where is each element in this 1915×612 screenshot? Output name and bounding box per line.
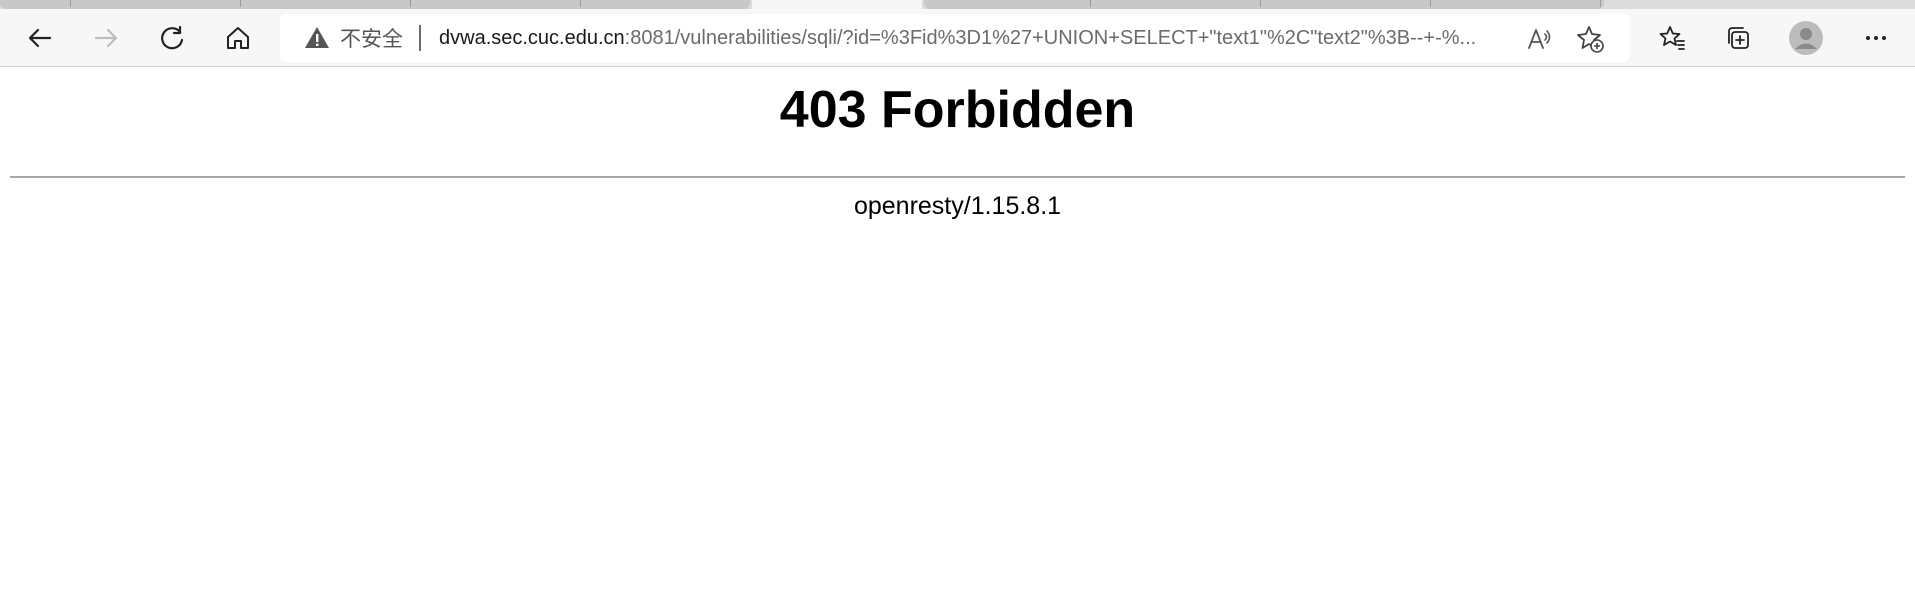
tab-background[interactable] <box>0 0 750 9</box>
refresh-button[interactable] <box>152 19 192 57</box>
tab-background[interactable] <box>924 0 1604 9</box>
url-text[interactable]: dvwa.sec.cuc.edu.cn:8081/vulnerabilities… <box>439 27 1509 50</box>
read-aloud-button[interactable] <box>1525 24 1555 54</box>
more-icon <box>1866 36 1886 40</box>
home-button[interactable] <box>218 19 258 57</box>
collections-button[interactable] <box>1718 19 1758 57</box>
page-title: 403 Forbidden <box>779 81 1136 139</box>
favorites-button[interactable] <box>1652 19 1692 57</box>
back-button[interactable] <box>20 19 60 57</box>
horizontal-rule <box>10 176 1905 178</box>
home-icon <box>227 27 249 49</box>
browser-toolbar: 不安全 dvwa.sec.cuc.edu.cn:8081/vulnerabili… <box>0 9 1915 67</box>
tab-separator <box>240 0 241 7</box>
collections-icon <box>1728 27 1749 49</box>
security-status-label[interactable]: 不安全 <box>340 23 403 53</box>
address-bar[interactable]: 不安全 dvwa.sec.cuc.edu.cn:8081/vulnerabili… <box>280 14 1630 62</box>
refresh-icon <box>161 25 184 50</box>
more-button[interactable] <box>1856 19 1896 57</box>
tab-strip <box>0 0 1915 9</box>
active-tab[interactable] <box>752 0 922 9</box>
profile-button[interactable] <box>1786 19 1826 57</box>
read-aloud-icon <box>1528 29 1551 49</box>
tab-separator <box>1430 0 1431 7</box>
tab-separator <box>1260 0 1261 7</box>
tab-separator <box>580 0 581 7</box>
add-favorite-icon <box>1577 26 1604 53</box>
profile-icon <box>1789 21 1823 55</box>
tab-separator <box>410 0 411 7</box>
back-icon <box>28 28 52 48</box>
warning-icon[interactable] <box>304 25 330 51</box>
tab-separator <box>1600 0 1601 7</box>
favorites-icon <box>1659 26 1685 50</box>
address-divider <box>419 25 421 51</box>
forward-button[interactable] <box>86 19 126 57</box>
tab-separator <box>1090 0 1091 7</box>
tab-separator <box>70 0 71 7</box>
url-host: dvwa.sec.cuc.edu.cn <box>439 26 625 49</box>
forward-icon <box>94 28 118 48</box>
url-path: :8081/vulnerabilities/sqli/?id=%3Fid%3D1… <box>624 26 1477 49</box>
server-signature: openresty/1.15.8.1 <box>853 192 1062 220</box>
add-favorite-button[interactable] <box>1575 24 1605 54</box>
